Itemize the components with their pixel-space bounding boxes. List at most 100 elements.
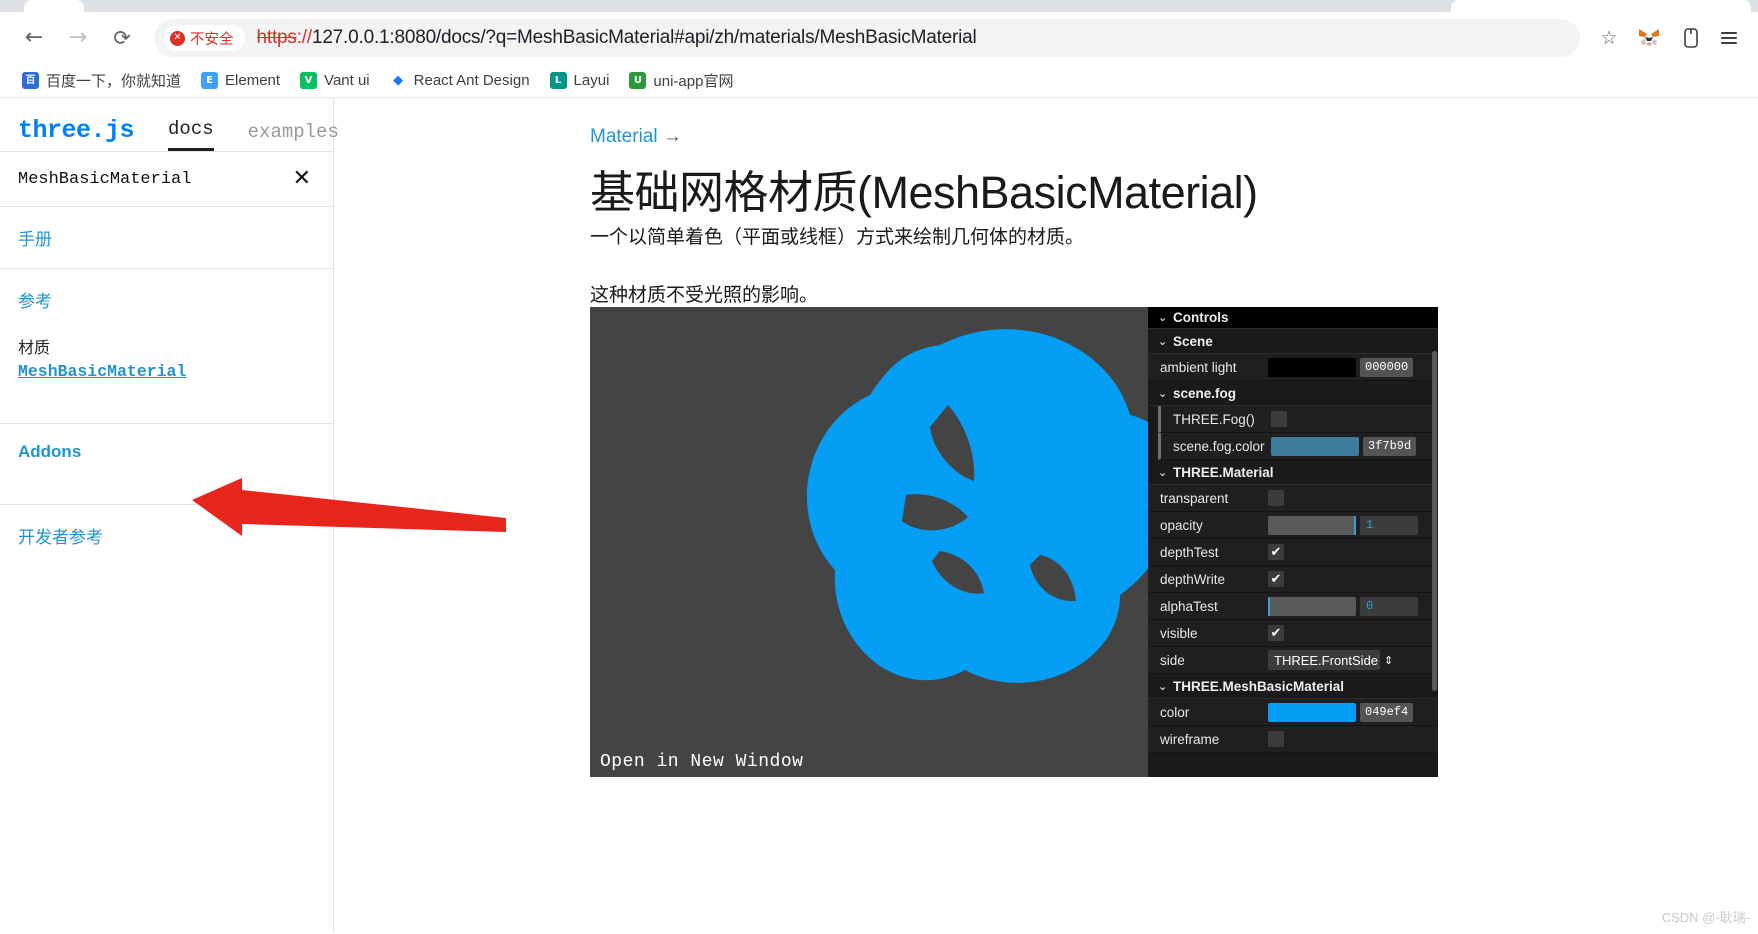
checkbox-unchecked[interactable] <box>1271 411 1287 427</box>
gui-row-depthtest[interactable]: depthTest ✔ <box>1148 539 1438 566</box>
threejs-logo[interactable]: three.js <box>18 116 135 151</box>
gui-title-controls[interactable]: ⌄ Controls <box>1148 307 1438 329</box>
gui-row-alphatest[interactable]: alphaTest 0 <box>1148 593 1438 620</box>
sidebar-item-developer-reference[interactable]: 开发者参考 <box>18 523 315 548</box>
page-paragraph: 这种材质不受光照的影响。 <box>590 285 819 306</box>
checkbox-unchecked[interactable] <box>1268 490 1284 506</box>
url-separator: :// <box>296 27 312 48</box>
color-swatch[interactable] <box>1268 357 1356 377</box>
bookmark-item[interactable]: L Layui <box>542 68 618 93</box>
layui-icon: L <box>549 72 567 89</box>
gui-folder-scene[interactable]: ⌄ Scene <box>1148 329 1438 354</box>
gui-row-label: wireframe <box>1160 731 1220 747</box>
gui-row-opacity[interactable]: opacity 1 <box>1148 512 1438 539</box>
back-button[interactable]: ← <box>14 18 54 58</box>
gui-row-label: depthTest <box>1160 544 1219 560</box>
color-hex-value[interactable]: 000000 <box>1360 357 1414 377</box>
opacity-value[interactable]: 1 <box>1360 515 1418 535</box>
browser-menu-icon[interactable] <box>1714 18 1744 58</box>
docs-main: Material → 基础网格材质(MeshBasicMaterial) 一个以… <box>334 98 1758 932</box>
color-hex-value[interactable]: 3f7b9d <box>1363 436 1417 456</box>
alphatest-value[interactable]: 0 <box>1360 596 1418 616</box>
checkbox-checked[interactable]: ✔ <box>1268 544 1284 560</box>
bookmark-label: 百度一下，你就知道 <box>46 73 182 90</box>
bookmark-item[interactable]: E Element <box>193 68 288 93</box>
gui-folder-label: THREE.Material <box>1173 464 1274 480</box>
gui-row-transparent[interactable]: transparent <box>1148 485 1438 512</box>
checkbox-checked[interactable]: ✔ <box>1268 571 1284 587</box>
chevron-down-icon: ⌄ <box>1158 679 1168 693</box>
alphatest-slider[interactable] <box>1268 596 1356 616</box>
browser-tab-secondary[interactable] <box>1451 0 1751 12</box>
live-example-viewer[interactable]: Open in New Window ⌄ Controls ⌄ Scene am… <box>590 307 1438 777</box>
sidebar-section-devref: 开发者参考 <box>0 504 333 548</box>
gui-row-side[interactable]: side THREE.FrontSide ⇕ <box>1148 647 1438 674</box>
vant-icon: V <box>300 72 318 89</box>
search-input[interactable] <box>18 169 268 189</box>
bookmark-item[interactable]: 百 百度一下，你就知道 <box>14 66 189 95</box>
sidebar-section-reference: 参考 材质 MeshBasicMaterial <box>0 268 333 381</box>
gui-row-visible[interactable]: visible ✔ <box>1148 620 1438 647</box>
tab-docs[interactable]: docs <box>168 118 214 151</box>
baidu-icon: 百 <box>22 72 39 89</box>
arrow-right-icon: → <box>662 126 682 147</box>
sidebar-item-manual[interactable]: 手册 <box>18 225 315 250</box>
bookmark-item[interactable]: ◆ React Ant Design <box>382 68 538 93</box>
gui-row-wireframe[interactable]: wireframe <box>1148 726 1438 753</box>
reload-icon[interactable]: ⟳ <box>102 18 142 58</box>
sidebar-section-addons: Addons <box>0 423 333 462</box>
forward-button[interactable]: → <box>58 18 98 58</box>
tab-examples[interactable]: examples <box>248 121 339 151</box>
gui-folder-three-meshbasicmaterial[interactable]: ⌄ THREE.MeshBasicMaterial <box>1148 674 1438 699</box>
bookmark-item[interactable]: U uni-app官网 <box>621 66 741 95</box>
checkbox-unchecked[interactable] <box>1268 731 1284 747</box>
tab-strip <box>0 0 1758 12</box>
sidebar-item-meshbasicmaterial[interactable]: MeshBasicMaterial <box>18 362 186 381</box>
bookmark-star-icon[interactable]: ☆ <box>1592 21 1626 55</box>
gui-folder-scene-fog[interactable]: ⌄ scene.fog <box>1148 381 1438 406</box>
chevron-updown-icon: ⇕ <box>1384 653 1394 667</box>
gui-row-label: transparent <box>1160 490 1229 506</box>
breadcrumb-parent[interactable]: Material <box>590 126 658 147</box>
sidebar-category-materials: 材质 <box>18 340 51 357</box>
url-text: https://127.0.0.1:8080/docs/?q=MeshBasic… <box>257 27 977 49</box>
gui-row-label: visible <box>1160 625 1198 641</box>
metamask-fox-icon[interactable] <box>1630 19 1668 57</box>
browser-window: ← → ⟳ ✕ 不安全 https://127.0.0.1:8080/docs/… <box>0 0 1758 934</box>
bookmark-item[interactable]: V Vant ui <box>292 68 378 93</box>
gui-folder-three-material[interactable]: ⌄ THREE.Material <box>1148 460 1438 485</box>
open-in-new-window-link[interactable]: Open in New Window <box>600 752 803 772</box>
chevron-down-icon: ⌄ <box>1158 465 1168 479</box>
gui-row-color[interactable]: color 049ef4 <box>1148 699 1438 726</box>
color-hex-value[interactable]: 049ef4 <box>1360 702 1414 722</box>
side-select[interactable]: THREE.FrontSide ⇕ <box>1268 650 1393 670</box>
gui-row-ambient-light[interactable]: ambient light 000000 <box>1148 354 1438 381</box>
antd-icon: ◆ <box>389 72 407 89</box>
sidebar-item-reference[interactable]: 参考 <box>18 287 315 312</box>
extensions-puzzle-icon[interactable] <box>1672 19 1710 57</box>
page-content: three.js docs examples ✕ 手册 参考 材质 MeshBa… <box>0 98 1758 932</box>
docs-sidebar: three.js docs examples ✕ 手册 参考 材质 MeshBa… <box>0 98 339 932</box>
gui-folder-label: THREE.MeshBasicMaterial <box>1173 678 1345 694</box>
gui-row-scene-fog-color[interactable]: scene.fog.color 3f7b9d <box>1158 433 1438 460</box>
sidebar-item-addons[interactable]: Addons <box>18 442 315 462</box>
bookmark-label: React Ant Design <box>413 72 530 89</box>
gui-row-three-fog[interactable]: THREE.Fog() <box>1158 406 1438 433</box>
opacity-slider[interactable] <box>1268 515 1356 535</box>
breadcrumb[interactable]: Material → <box>590 126 682 148</box>
uniapp-icon: U <box>629 72 647 89</box>
bookmark-label: Vant ui <box>324 72 370 89</box>
not-secure-chip[interactable]: ✕ 不安全 <box>164 25 245 51</box>
color-swatch[interactable] <box>1271 436 1359 456</box>
color-swatch[interactable] <box>1268 702 1356 722</box>
close-icon[interactable]: ✕ <box>293 168 315 190</box>
browser-tab[interactable] <box>24 0 84 12</box>
threejs-logo-mesh <box>806 329 1182 683</box>
checkbox-checked[interactable]: ✔ <box>1268 625 1284 641</box>
address-bar[interactable]: ✕ 不安全 https://127.0.0.1:8080/docs/?q=Mes… <box>154 19 1580 57</box>
sidebar-search: ✕ <box>0 152 333 207</box>
gui-row-label: alphaTest <box>1160 598 1218 614</box>
gui-row-depthwrite[interactable]: depthWrite ✔ <box>1148 566 1438 593</box>
not-secure-icon: ✕ <box>170 30 185 46</box>
gui-scrollbar[interactable] <box>1432 351 1437 691</box>
